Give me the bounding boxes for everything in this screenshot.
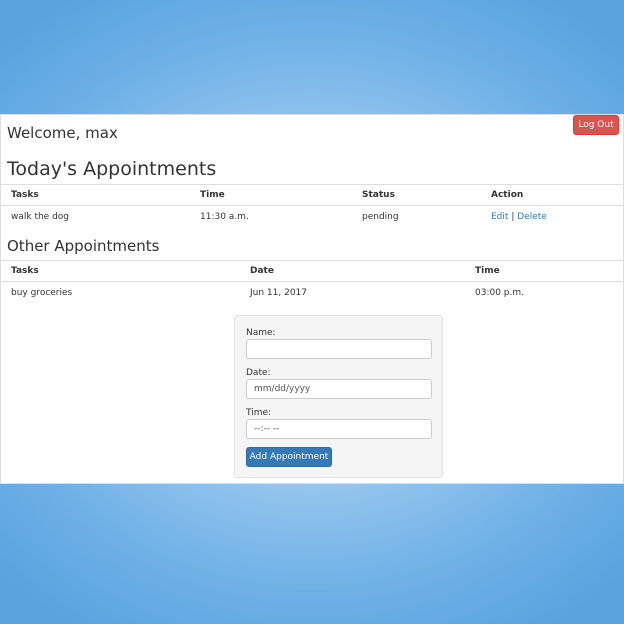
- welcome-heading: Welcome, max: [7, 124, 118, 142]
- name-input[interactable]: [246, 339, 432, 359]
- column-header-date: Date: [240, 260, 465, 282]
- logout-button[interactable]: Log Out: [573, 115, 619, 135]
- task-cell: walk the dog: [11, 212, 70, 222]
- time-cell: 11:30 a.m.: [200, 212, 249, 222]
- table-row: buy groceries Jun 11, 2017 03:00 p.m.: [1, 282, 624, 305]
- date-cell: Jun 11, 2017: [250, 288, 308, 298]
- column-header-action: Action: [481, 184, 624, 206]
- delete-link[interactable]: Delete: [517, 212, 547, 222]
- column-header-tasks: Tasks: [1, 184, 190, 206]
- todays-appointments-heading: Today's Appointments: [7, 158, 217, 180]
- action-cell: Edit | Delete: [481, 206, 624, 229]
- todays-appointments-table: Tasks Time Status Action walk the dog 11…: [1, 184, 624, 228]
- action-separator: |: [511, 212, 515, 222]
- add-appointment-button[interactable]: Add Appointment: [246, 447, 332, 467]
- edit-link[interactable]: Edit: [491, 212, 508, 222]
- time-input[interactable]: [246, 419, 432, 439]
- time-cell: 03:00 p.m.: [475, 288, 524, 298]
- column-header-status: Status: [352, 184, 481, 206]
- table-header-row: Tasks Time Status Action: [1, 184, 624, 206]
- column-header-time: Time: [465, 260, 624, 282]
- task-cell: buy groceries: [11, 288, 73, 298]
- other-appointments-heading: Other Appointments: [7, 237, 160, 255]
- table-row: walk the dog 11:30 a.m. pending Edit | D…: [1, 206, 624, 229]
- main-panel: Log Out Welcome, max Today's Appointment…: [0, 114, 624, 484]
- other-appointments-table: Tasks Date Time buy groceries Jun 11, 20…: [1, 260, 624, 304]
- column-header-tasks: Tasks: [1, 260, 240, 282]
- date-label: Date:: [246, 368, 271, 378]
- date-input[interactable]: [246, 379, 432, 399]
- time-label: Time:: [246, 408, 272, 418]
- status-cell: pending: [362, 212, 399, 222]
- add-appointment-form: Name: Date: Time: Add Appointment: [234, 315, 443, 478]
- table-header-row: Tasks Date Time: [1, 260, 624, 282]
- column-header-time: Time: [190, 184, 352, 206]
- name-label: Name:: [246, 328, 276, 338]
